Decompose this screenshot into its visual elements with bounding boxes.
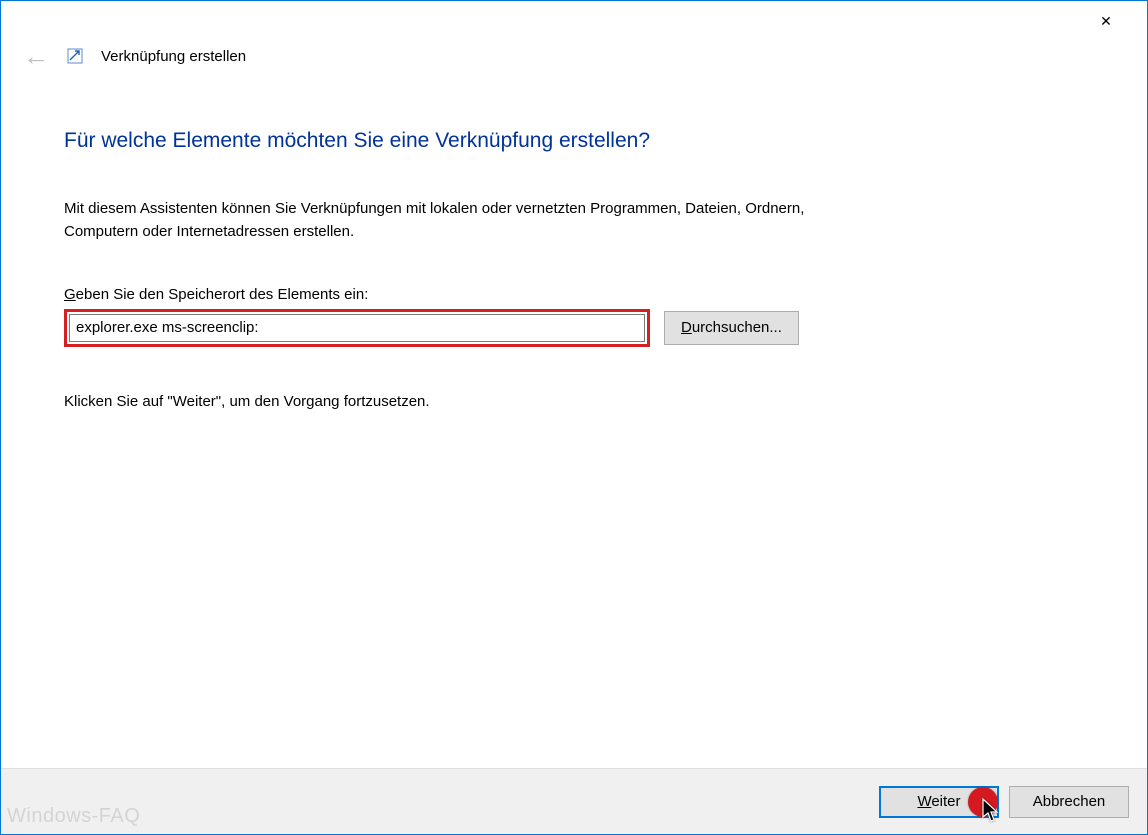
wizard-description: Mit diesem Assistenten können Sie Verknü… xyxy=(64,197,824,244)
browse-button[interactable]: Durchsuchen... xyxy=(664,311,799,345)
location-input[interactable] xyxy=(69,314,645,342)
location-input-highlight xyxy=(64,309,650,347)
page-heading: Für welche Elemente möchten Sie eine Ver… xyxy=(64,129,1084,153)
cancel-button[interactable]: Abbrechen xyxy=(1009,786,1129,818)
content-area: Für welche Elemente möchten Sie eine Ver… xyxy=(1,71,1147,410)
continue-hint: Klicken Sie auf "Weiter", um den Vorgang… xyxy=(64,393,1084,410)
close-button[interactable] xyxy=(1083,6,1129,36)
close-icon xyxy=(1100,13,1112,30)
back-arrow-icon: ← xyxy=(23,43,49,69)
next-button[interactable]: Weiter xyxy=(879,786,999,818)
shortcut-icon xyxy=(67,48,83,64)
footer: Weiter Abbrechen xyxy=(1,768,1147,834)
location-input-row: Durchsuchen... xyxy=(64,309,1084,347)
titlebar xyxy=(1,1,1147,41)
location-label: Geben Sie den Speicherort des Elements e… xyxy=(64,286,1084,303)
header-row: ← Verknüpfung erstellen xyxy=(1,41,1147,71)
wizard-title: Verknüpfung erstellen xyxy=(101,48,246,65)
